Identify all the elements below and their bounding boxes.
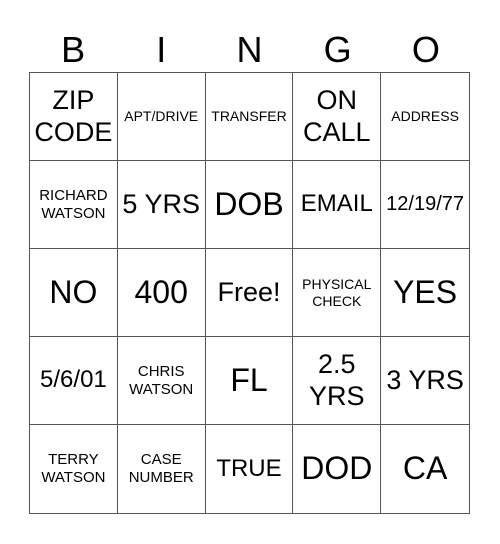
cell-label: DOB [214,185,284,222]
bingo-cell-o4[interactable]: 3 YRS [381,337,469,425]
bingo-cell-b3[interactable]: NO [30,249,118,337]
bingo-cell-n5[interactable]: TRUE [206,425,294,513]
header-letter-n: N [236,29,263,70]
bingo-cell-g3[interactable]: PHYSICAL CHECK [293,249,382,337]
bingo-cell-g4[interactable]: 2.5 YRS [293,337,382,425]
bingo-cell-b2[interactable]: RICHARD WATSON [30,161,118,249]
cell-label: RICHARD WATSON [39,186,108,222]
header-letter-g: G [323,29,352,70]
header-letter-i: I [156,29,167,70]
cell-label: DOD [301,450,373,487]
bingo-cell-n2[interactable]: DOB [205,161,294,249]
cell-label: TRANSFER [211,108,287,125]
cell-label: CA [402,450,448,487]
bingo-cell-n1[interactable]: TRANSFER [205,73,294,161]
bingo-cell-n3[interactable]: Free! [205,249,294,337]
bingo-cell-o3[interactable]: YES [381,249,469,337]
cell-label: 3 YRS [386,364,464,395]
cell-label: PHYSICAL CHECK [302,275,372,309]
cell-label: 12/19/77 [386,192,465,215]
bingo-cell-n4[interactable]: FL [205,337,294,425]
cell-label: 5 YRS [122,188,200,219]
bingo-header: B I N G O [29,28,470,72]
bingo-card-grid: ZIP CODE APT/DRIVE TRANSFER ON CALL ADDRESS R… [29,72,470,514]
cell-label: ZIP CODE [34,84,113,147]
bingo-cell-i4[interactable]: CHRIS WATSON [117,337,206,425]
bingo-cell-g5[interactable]: DOD [293,425,382,513]
cell-label: 400 [134,273,188,310]
bingo-cell-i2[interactable]: 5 YRS [117,161,206,249]
cell-label: Free! [217,276,281,307]
cell-label: NO [49,273,98,310]
cell-label: ADDRESS [391,108,459,125]
bingo-cell-o2[interactable]: 12/19/77 [381,161,469,249]
cell-label: CASE NUMBER [128,451,194,486]
cell-label: CHRIS WATSON [129,362,194,398]
bingo-cell-i1[interactable]: APT/DRIVE [117,73,206,161]
bingo-cell-o5[interactable]: CA [381,425,469,513]
cell-label: TRUE [216,454,282,482]
bingo-cell-g2[interactable]: EMAIL [293,161,382,249]
bingo-cell-o1[interactable]: ADDRESS [381,73,469,161]
cell-label: ON CALL [303,84,371,147]
header-letter-b: B [61,29,86,70]
cell-label: 2.5 YRS [309,348,365,411]
bingo-cell-b4[interactable]: 5/6/01 [30,337,118,425]
cell-label: TERRY WATSON [41,451,106,486]
bingo-cell-b5[interactable]: TERRY WATSON [30,425,118,513]
cell-label: YES [393,273,458,310]
bingo-cell-i3[interactable]: 400 [117,249,206,337]
cell-label: FL [230,361,268,398]
header-letter-o: O [411,29,440,70]
bingo-cell-g1[interactable]: ON CALL [293,73,382,161]
cell-label: APT/DRIVE [124,108,199,125]
bingo-cell-b1[interactable]: ZIP CODE [30,73,118,161]
cell-label: 5/6/01 [40,366,107,394]
cell-label: EMAIL [300,190,373,218]
bingo-cell-i5[interactable]: CASE NUMBER [118,425,206,513]
